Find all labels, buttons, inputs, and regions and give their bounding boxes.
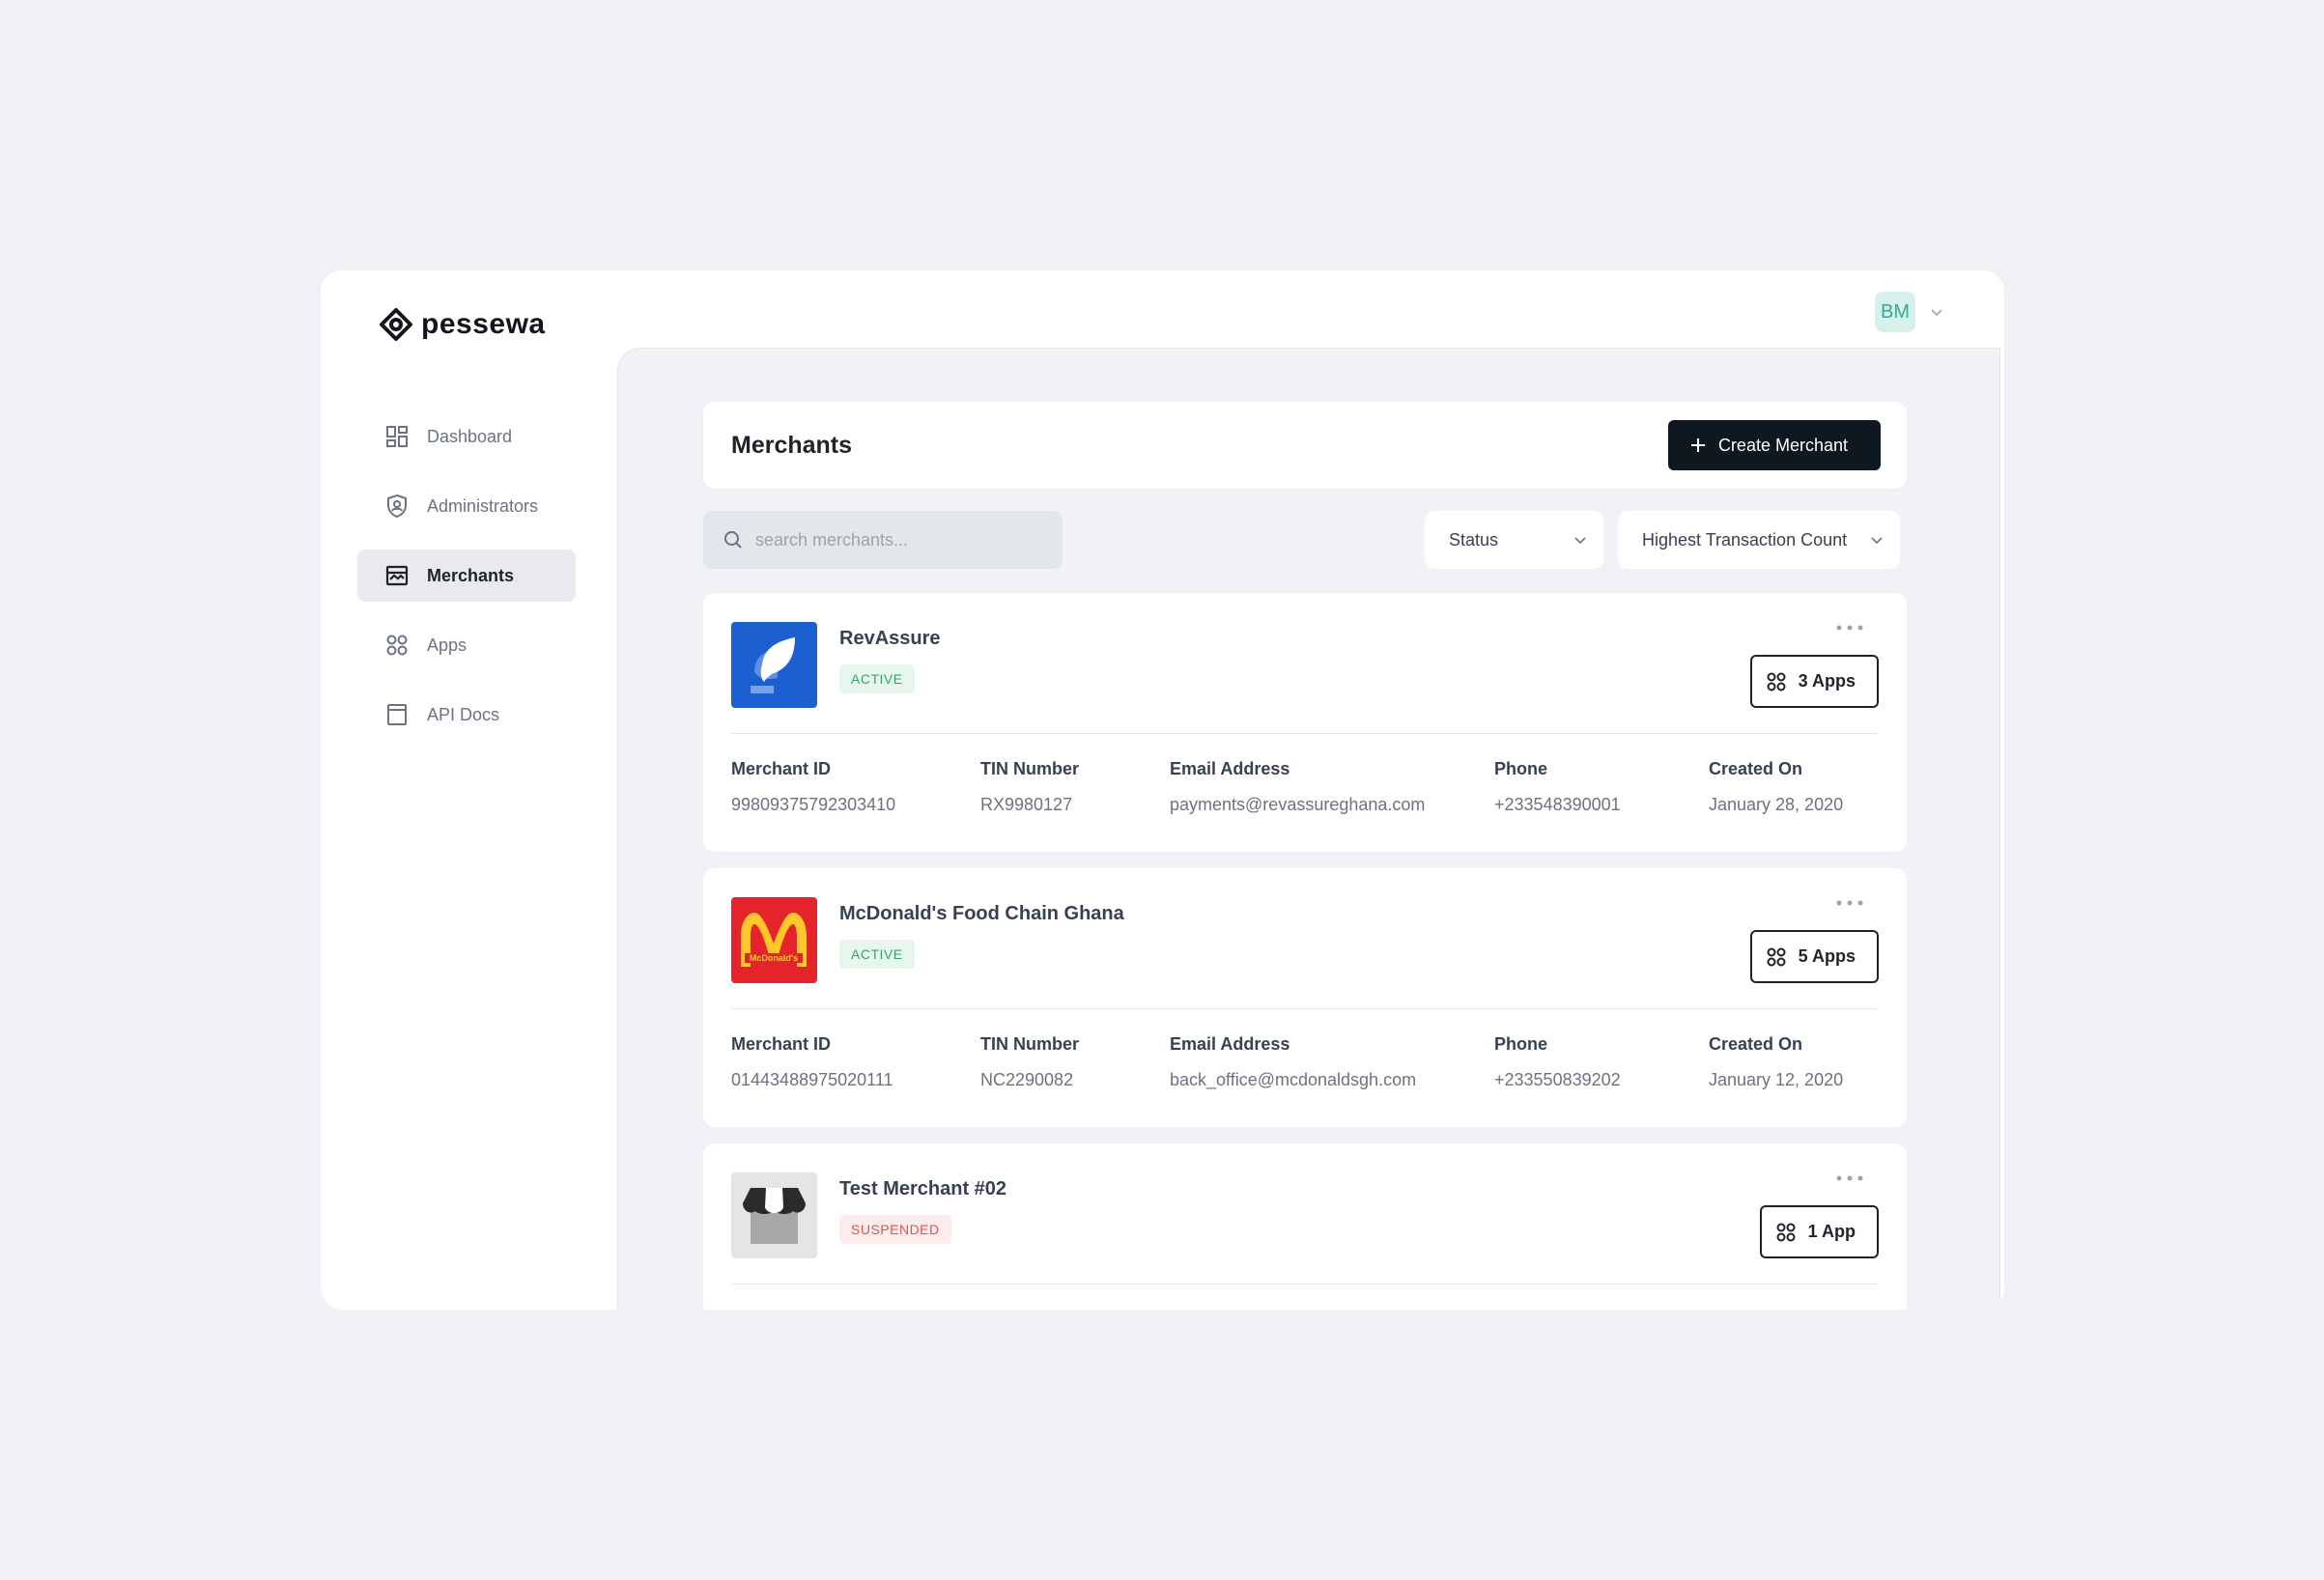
sort-label: Highest Transaction Count: [1642, 529, 1848, 550]
created-value: January 28, 2020: [1709, 795, 1844, 814]
chevron-down-icon[interactable]: [1929, 304, 1944, 320]
sidebar-item-label: Administrators: [427, 495, 539, 516]
user-menu[interactable]: BM: [1875, 292, 1944, 332]
field-label: Email Address: [1170, 759, 1290, 778]
tin-value: NC2290082: [980, 1070, 1074, 1089]
status-filter-label: Status: [1449, 529, 1499, 550]
main-content: Merchants Create Merchant Status Highest…: [617, 348, 2000, 1310]
chevron-down-icon: [1871, 537, 1883, 545]
store-placeholder-icon: [731, 1172, 817, 1258]
email-field: Email Address payments@revassureghana.co…: [1170, 759, 1425, 815]
avatar[interactable]: BM: [1875, 292, 1915, 332]
revassure-logo-icon: [731, 622, 817, 708]
search-icon: [724, 531, 742, 549]
created-field: Created On January 28, 2020: [1709, 759, 1843, 815]
merchant-logo: [731, 1172, 817, 1258]
svg-text:McDonald's: McDonald's: [750, 953, 798, 963]
merchant-id-value: 99809375792303410: [731, 795, 896, 814]
apps-count-button[interactable]: 3 Apps: [1749, 655, 1879, 708]
field-label: Created On: [1709, 1034, 1803, 1054]
field-label: Phone: [1494, 1034, 1548, 1054]
more-options-icon[interactable]: [1835, 622, 1864, 634]
phone-field: Phone +233548390001: [1494, 759, 1621, 815]
tin-field: TIN Number RX9980127: [980, 759, 1079, 815]
more-options-icon[interactable]: [1835, 1172, 1864, 1184]
chevron-down-icon: [1574, 537, 1586, 545]
phone-field: Phone +233550839202: [1494, 1034, 1621, 1090]
field-label: TIN Number: [980, 1034, 1080, 1054]
merchant-id-value: 01443488975020111: [731, 1070, 893, 1089]
email-value: back_office@mcdonaldsgh.com: [1170, 1070, 1417, 1089]
status-badge: SUSPENDED: [839, 1215, 951, 1244]
apps-count-button[interactable]: 1 App: [1759, 1205, 1879, 1258]
field-label: Email Address: [1170, 1034, 1290, 1054]
apps-grid-icon: [386, 635, 408, 656]
phone-value: +233550839202: [1494, 1070, 1621, 1089]
brand-logo[interactable]: pessewa: [379, 307, 546, 342]
search-input[interactable]: [755, 529, 1045, 550]
sidebar: Dashboard Administrators Merchants Apps …: [357, 410, 576, 758]
pessewa-logo-icon: [380, 308, 412, 341]
apps-count-label: 5 Apps: [1798, 946, 1856, 966]
more-options-icon[interactable]: [1835, 897, 1864, 909]
merchant-logo: McDonald's: [731, 897, 817, 983]
sidebar-item-label: Apps: [427, 635, 468, 655]
apps-count-label: 1 App: [1807, 1222, 1856, 1241]
email-value: payments@revassureghana.com: [1170, 795, 1426, 814]
sort-dropdown[interactable]: Highest Transaction Count: [1618, 511, 1900, 569]
created-field: Created On January 12, 2020: [1709, 1034, 1843, 1090]
merchant-card[interactable]: Test Merchant #02 SUSPENDED 1 App: [703, 1143, 1907, 1310]
page-title: Merchants: [731, 431, 853, 459]
tin-value: RX9980127: [980, 795, 1073, 814]
document-icon: [387, 704, 407, 725]
search-box[interactable]: [703, 511, 1063, 569]
phone-value: +233548390001: [1494, 795, 1621, 814]
tin-field: TIN Number NC2290082: [980, 1034, 1079, 1090]
create-merchant-label: Create Merchant: [1717, 435, 1848, 455]
field-label: Phone: [1494, 759, 1548, 778]
create-merchant-button[interactable]: Create Merchant: [1667, 420, 1881, 470]
sidebar-item-administrators[interactable]: Administrators: [357, 480, 576, 532]
divider: [731, 1008, 1879, 1009]
apps-grid-icon: [1767, 947, 1786, 966]
status-filter-dropdown[interactable]: Status: [1425, 511, 1603, 569]
merchant-name[interactable]: Test Merchant #02: [839, 1178, 1006, 1200]
field-label: Created On: [1709, 759, 1803, 778]
merchant-id-field: Merchant ID 01443488975020111: [731, 1034, 893, 1090]
sidebar-item-apps[interactable]: Apps: [357, 619, 576, 671]
sidebar-item-merchants[interactable]: Merchants: [357, 550, 576, 602]
mcdonalds-logo-icon: McDonald's: [731, 897, 817, 983]
field-label: Merchant ID: [731, 1034, 832, 1054]
status-badge: ACTIVE: [839, 664, 915, 693]
merchant-id-field: Merchant ID 99809375792303410: [731, 759, 895, 815]
sidebar-item-label: API Docs: [427, 704, 500, 724]
apps-count-label: 3 Apps: [1798, 671, 1856, 691]
app-window: pessewa BM Dashboard Administrators Merc…: [321, 270, 2004, 1310]
dashboard-icon: [386, 426, 408, 447]
field-label: TIN Number: [980, 759, 1080, 778]
merchant-name[interactable]: McDonald's Food Chain Ghana: [839, 903, 1124, 925]
shield-user-icon: [387, 494, 407, 519]
field-label: Merchant ID: [731, 759, 832, 778]
merchant-logo: [731, 622, 817, 708]
apps-grid-icon: [1767, 672, 1786, 691]
brand-name: pessewa: [421, 308, 546, 340]
divider: [731, 733, 1879, 734]
status-badge: ACTIVE: [839, 940, 915, 969]
created-value: January 12, 2020: [1709, 1070, 1844, 1089]
page-header: Merchants Create Merchant: [703, 402, 1907, 489]
apps-grid-icon: [1776, 1223, 1796, 1241]
apps-count-button[interactable]: 5 Apps: [1749, 930, 1879, 983]
merchant-name[interactable]: RevAssure: [839, 628, 941, 650]
merchant-card[interactable]: McDonald's McDonald's Food Chain Ghana A…: [703, 868, 1907, 1127]
storefront-icon: [385, 565, 409, 586]
email-field: Email Address back_office@mcdonaldsgh.co…: [1170, 1034, 1416, 1090]
merchant-card[interactable]: RevAssure ACTIVE 3 Apps Merchant ID 9980…: [703, 593, 1907, 852]
sidebar-item-dashboard[interactable]: Dashboard: [357, 410, 576, 463]
sidebar-item-label: Dashboard: [427, 426, 513, 446]
plus-icon: [1690, 438, 1705, 452]
sidebar-item-api-docs[interactable]: API Docs: [357, 689, 576, 741]
sidebar-item-label: Merchants: [427, 565, 515, 585]
